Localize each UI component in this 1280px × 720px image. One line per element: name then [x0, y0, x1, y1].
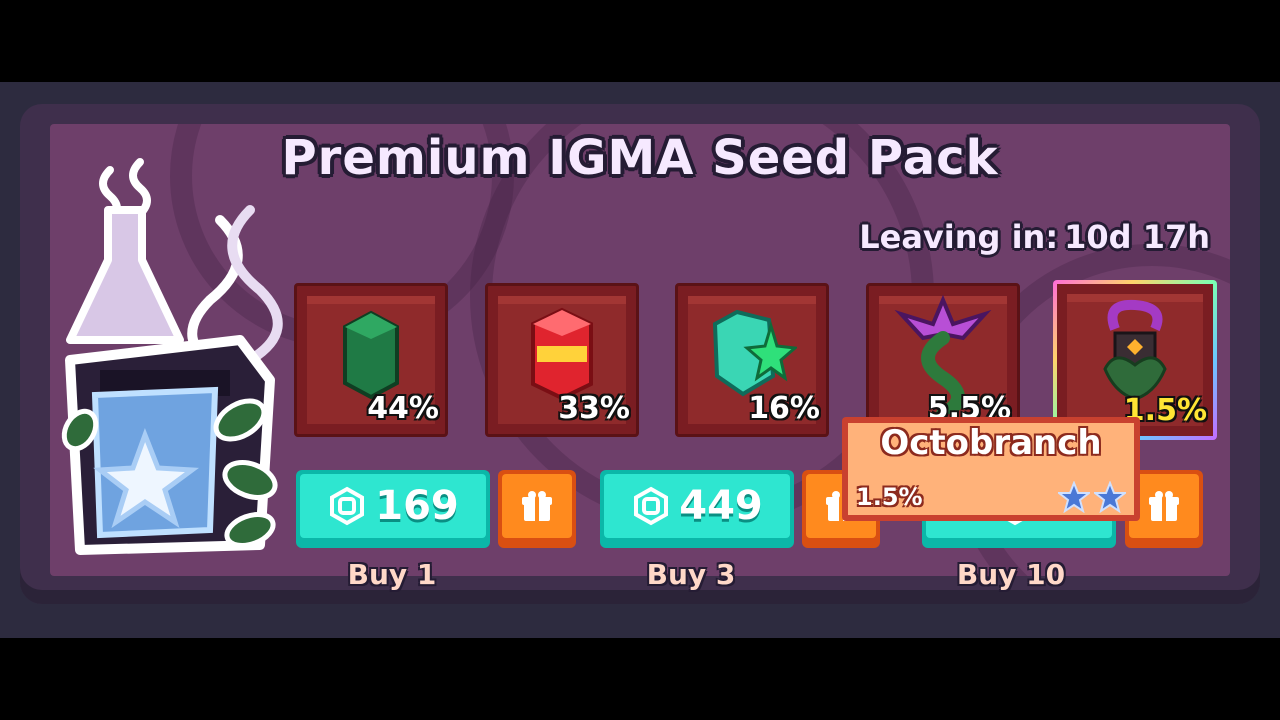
- tooltip-item-name: Octobranch: [880, 423, 1102, 463]
- buy-3-price: 449: [679, 483, 763, 529]
- item-tooltip: Octobranch 1.5%: [842, 417, 1140, 521]
- drop-slot-octobranch[interactable]: 1.5%: [1053, 280, 1217, 440]
- tooltip-drop-chance: 1.5%: [856, 483, 923, 511]
- drop-slot-red-lantern-seed[interactable]: 33%: [485, 283, 639, 437]
- leaving-label: Leaving in:: [859, 218, 1059, 256]
- rarity-stars: [1058, 481, 1126, 513]
- drop-slot-purple-flower-plant[interactable]: 5.5%: [866, 283, 1020, 437]
- buy-1-price: 169: [375, 483, 459, 529]
- page-title: Premium IGMA Seed Pack: [281, 130, 999, 186]
- buy-1-button[interactable]: 169: [296, 470, 490, 548]
- drop-slot-green-seed[interactable]: 44%: [294, 283, 448, 437]
- buy-3-label: Buy 3: [646, 558, 736, 591]
- gift-icon: [1149, 491, 1179, 521]
- leaving-value: 10d 17h: [1064, 218, 1210, 256]
- robux-icon: [634, 486, 669, 526]
- drop-chance: 33%: [558, 391, 630, 426]
- robux-icon: [330, 486, 365, 526]
- green-seed-icon: [343, 310, 399, 400]
- drop-slot-star-crystal-seed[interactable]: 16%: [675, 283, 829, 437]
- gift-icon: [522, 491, 552, 521]
- star-crystal-icon: [712, 309, 797, 397]
- timer-label: Leaving in: 10d 17h: [853, 218, 1210, 256]
- gift-button-1[interactable]: [498, 470, 576, 548]
- drop-chance: 16%: [748, 391, 820, 426]
- buy-1-label: Buy 1: [347, 558, 437, 591]
- seed-pack-icon: [40, 150, 300, 560]
- buy-10-label: Buy 10: [956, 558, 1066, 591]
- star-icon: [1094, 481, 1126, 513]
- star-icon: [1058, 481, 1090, 513]
- lantern-seed-icon: [531, 307, 593, 401]
- buy-3-button[interactable]: 449: [600, 470, 794, 548]
- drop-chance: 44%: [367, 391, 439, 426]
